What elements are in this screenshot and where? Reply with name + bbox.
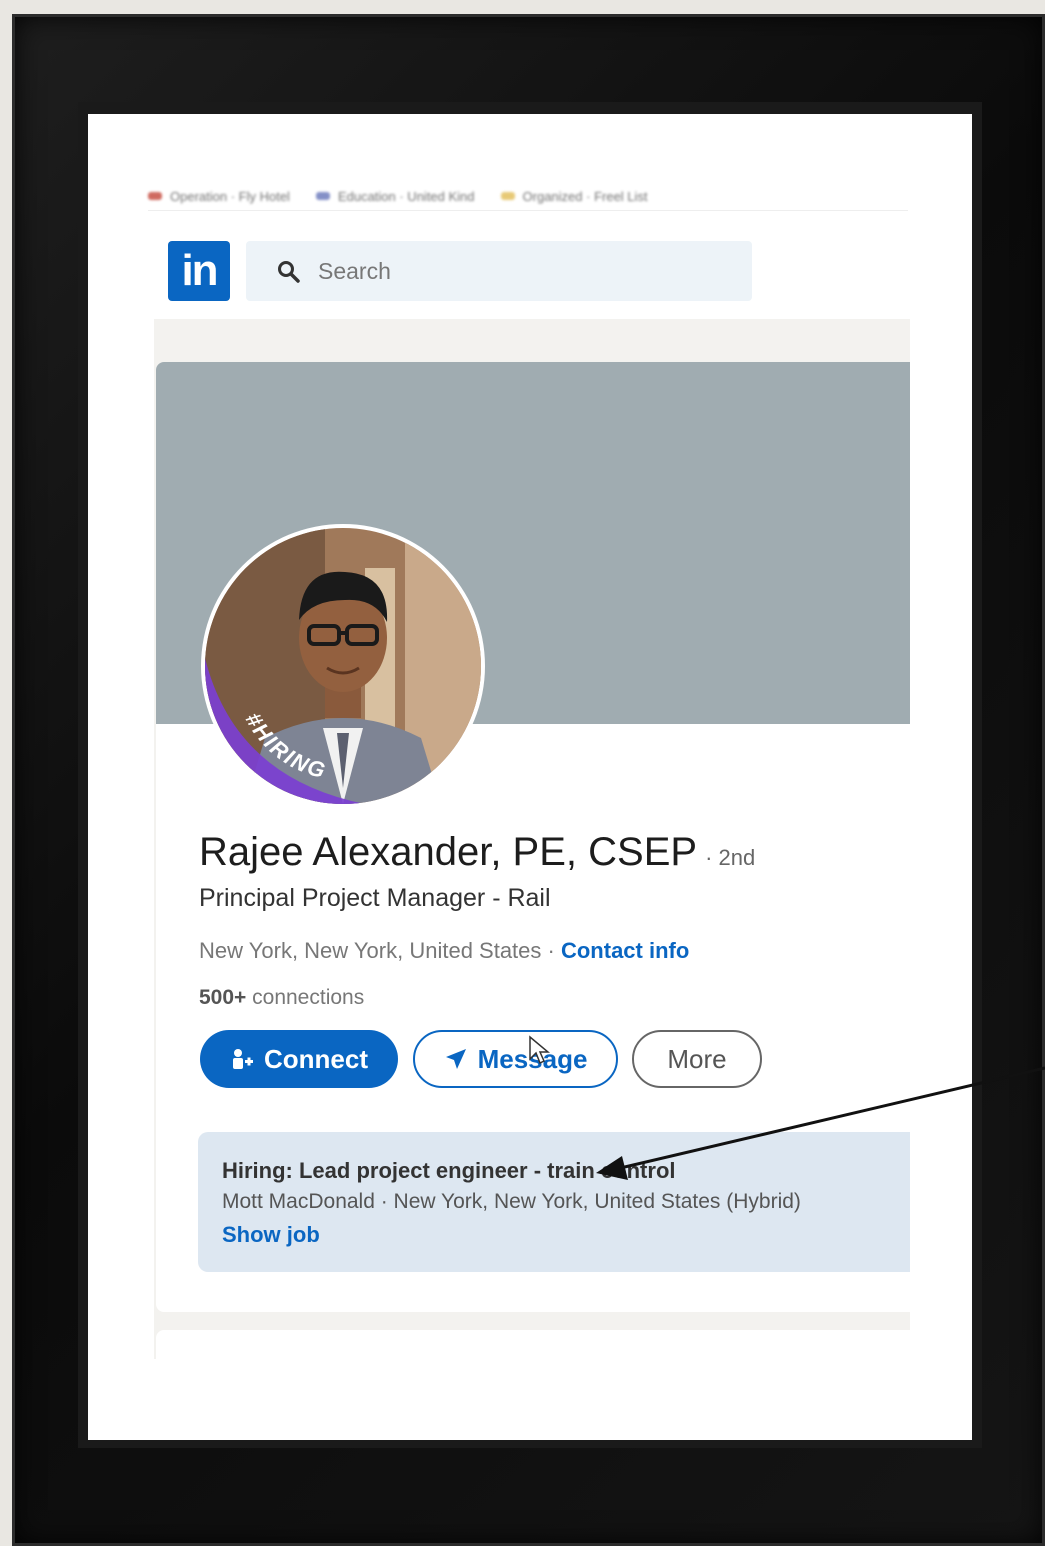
profile-location: New York, New York, United States (199, 938, 542, 963)
add-person-icon (233, 1049, 253, 1069)
browser-screen: Operation · Fly Hotel Education · United… (88, 114, 972, 1440)
bookmark-label: Operation · Fly Hotel (170, 188, 290, 204)
hiring-title: Hiring: Lead project engineer - train co… (222, 1158, 676, 1183)
bookmark-icon (500, 192, 515, 200)
profile-name: Rajee Alexander, PE, CSEP (199, 830, 698, 874)
connections-count[interactable]: 500+ connections (199, 986, 364, 1010)
bookmarks-bar: Operation · Fly Hotel Education · United… (148, 182, 908, 211)
send-icon (445, 1049, 466, 1069)
bookmark-item[interactable]: Operation · Fly Hotel (148, 189, 290, 204)
connections-number: 500+ (199, 986, 247, 1009)
search-bar[interactable]: Search (246, 241, 752, 301)
show-job-link[interactable]: Show job (222, 1222, 320, 1248)
search-icon (278, 261, 300, 283)
mouse-cursor-icon (529, 1035, 550, 1065)
hiring-meta: Mott MacDonald · New York, New York, Uni… (222, 1190, 801, 1213)
connection-degree: · 2nd (705, 845, 756, 870)
bookmark-item[interactable]: Organized · Freel List (500, 188, 648, 204)
hiring-card[interactable]: Hiring: Lead project engineer - train co… (198, 1132, 910, 1272)
next-card (156, 1330, 910, 1360)
location-row: New York, New York, United States · Cont… (199, 938, 689, 964)
profile-photo: #HIRING (205, 528, 481, 804)
linkedin-logo[interactable]: in (168, 241, 230, 301)
bookmark-label: Education · United Kind (337, 188, 475, 204)
bookmark-icon (315, 192, 330, 200)
connections-label: connections (246, 986, 365, 1009)
bookmark-label: Organized · Freel List (522, 188, 648, 204)
avatar[interactable]: #HIRING (201, 524, 485, 808)
connect-button[interactable]: Connect (200, 1030, 398, 1088)
bookmark-icon (148, 192, 162, 200)
separator: · (541, 938, 561, 963)
message-button[interactable]: Message (413, 1030, 618, 1088)
connect-label: Connect (264, 1043, 368, 1074)
search-input[interactable]: Search (318, 258, 391, 285)
contact-info-link[interactable]: Contact info (561, 938, 689, 963)
profile-card: #HIRING Rajee Alexander, PE, CSEP · 2nd … (156, 362, 910, 1312)
more-label: More (667, 1043, 727, 1074)
profile-headline: Principal Project Manager - Rail (199, 884, 551, 912)
bookmark-item[interactable]: Education · United Kind (315, 188, 475, 204)
more-button[interactable]: More (632, 1030, 762, 1088)
name-row: Rajee Alexander, PE, CSEP · 2nd (199, 830, 755, 875)
